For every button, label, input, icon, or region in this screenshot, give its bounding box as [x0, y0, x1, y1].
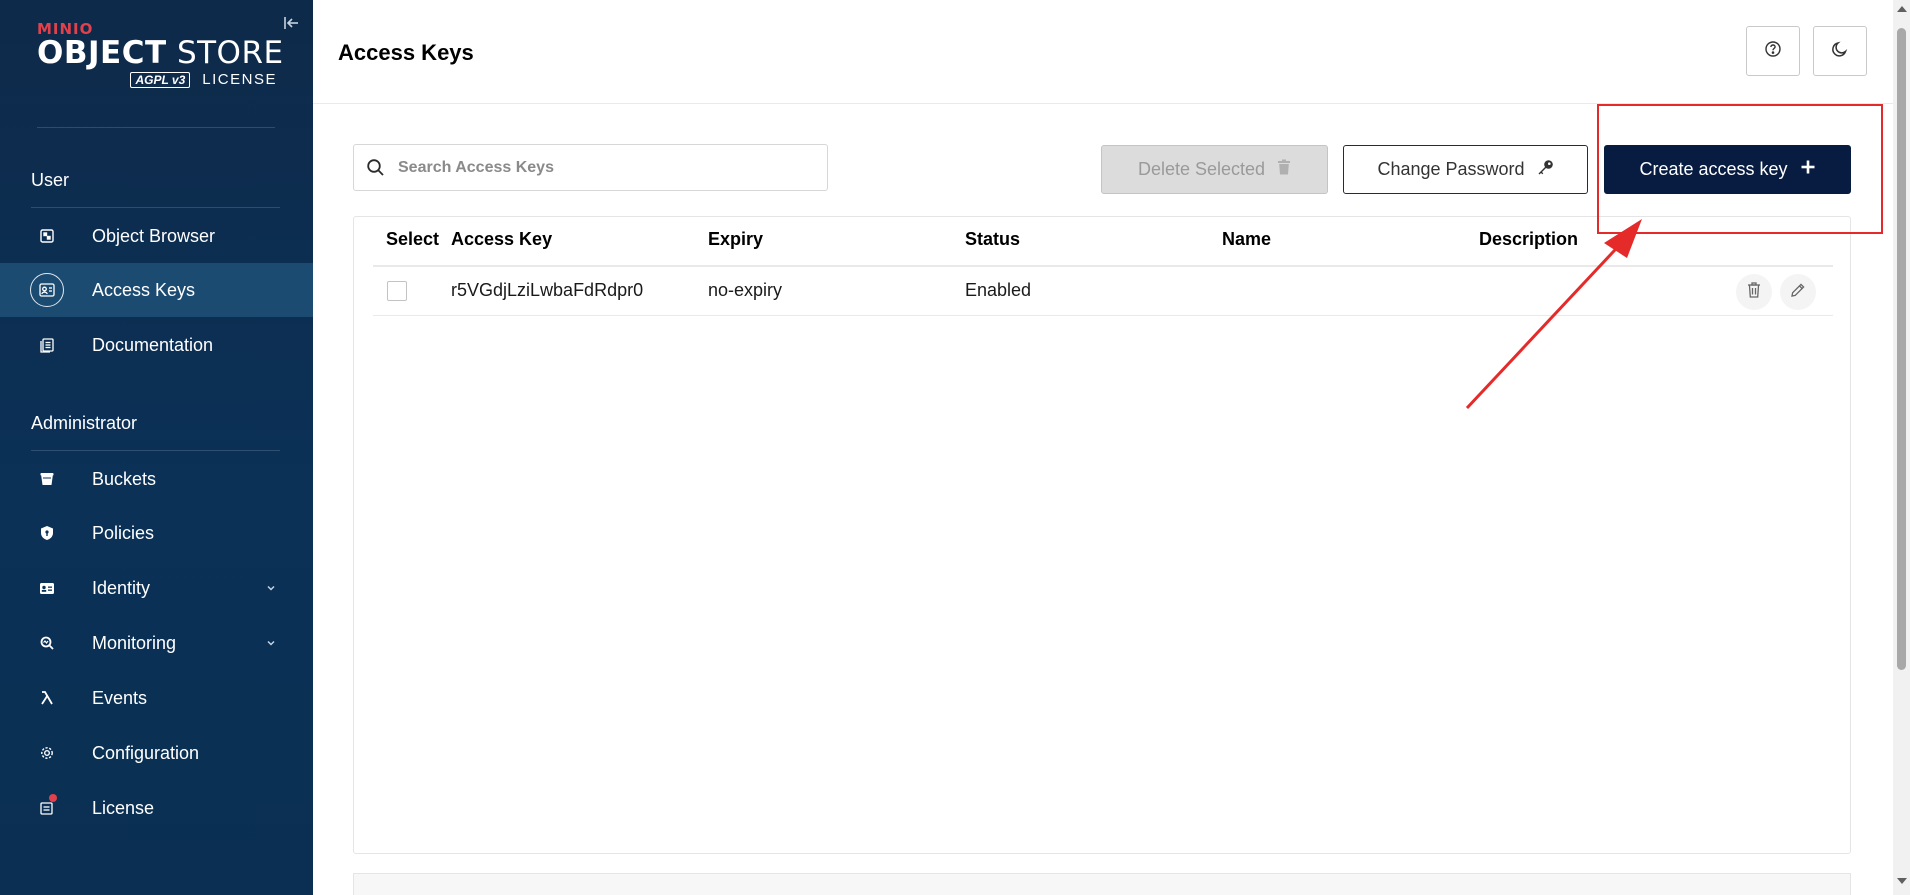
sidebar-item-label: Access Keys: [92, 279, 196, 300]
sidebar-item-label: Identity: [92, 577, 151, 598]
scroll-down-icon[interactable]: [1897, 878, 1907, 884]
sidebar-item-documentation[interactable]: Documentation: [0, 318, 313, 372]
cell-access-key: r5VGdjLziLwbaFdRdpr0: [451, 280, 644, 300]
sidebar-item-identity[interactable]: Identity: [0, 561, 313, 615]
row-select-checkbox[interactable]: [387, 281, 407, 301]
chevron-down-icon[interactable]: [264, 636, 278, 650]
access-keys-icon: [30, 273, 64, 307]
logo-license-row: AGPL v3 LICENSE: [37, 71, 277, 88]
sidebar-item-label: Object Browser: [92, 225, 216, 246]
search-input[interactable]: [398, 155, 818, 181]
cell-status: Enabled: [965, 280, 1032, 300]
sidebar-item-label: Buckets: [92, 468, 157, 489]
sidebar-item-access-keys[interactable]: Access Keys: [0, 263, 313, 317]
table-row-divider: [373, 315, 1833, 316]
minio-logo: MINIO OBJECT STORE AGPL v3 LICENSE: [37, 20, 287, 88]
sidebar: MINIO OBJECT STORE AGPL v3 LICENSE User …: [0, 0, 313, 895]
column-header-access-key[interactable]: Access Key: [451, 229, 552, 250]
section-divider: [31, 450, 280, 451]
table-header-divider: [373, 265, 1833, 267]
gear-icon: [36, 742, 58, 764]
sidebar-item-label: Events: [92, 687, 148, 708]
column-header-status[interactable]: Status: [965, 229, 1020, 250]
sidebar-item-object-browser[interactable]: Object Browser: [0, 209, 313, 263]
sidebar-item-policies[interactable]: Policies: [0, 506, 313, 560]
search-access-keys[interactable]: [353, 144, 828, 191]
help-button[interactable]: [1746, 26, 1800, 76]
object-browser-icon: [36, 225, 58, 247]
sidebar-item-license[interactable]: License: [0, 781, 313, 835]
sidebar-item-label: Monitoring: [92, 632, 177, 653]
page-scrollbar[interactable]: [1893, 0, 1910, 895]
sidebar-item-events[interactable]: Events: [0, 671, 313, 725]
scroll-thumb[interactable]: [1897, 28, 1906, 670]
page-header: Access Keys: [313, 0, 1893, 104]
column-header-expiry[interactable]: Expiry: [708, 229, 763, 250]
change-password-label: Change Password: [1377, 159, 1525, 179]
page-title: Access Keys: [338, 40, 474, 65]
lambda-icon: [36, 687, 58, 709]
monitoring-icon: [36, 632, 58, 654]
logo-license-text: LICENSE: [202, 71, 277, 88]
help-icon: [1764, 40, 1782, 63]
bucket-icon: [36, 468, 58, 490]
trash-icon: [1277, 159, 1291, 180]
sidebar-item-configuration[interactable]: Configuration: [0, 726, 313, 780]
access-keys-table: [353, 216, 1851, 854]
create-access-key-label: Create access key: [1639, 159, 1788, 179]
sidebar-item-label: Policies: [92, 522, 155, 543]
pencil-icon: [1790, 282, 1806, 303]
column-header-select: Select: [386, 229, 440, 249]
create-access-key-button[interactable]: Create access key: [1604, 145, 1851, 194]
logo-product: OBJECT STORE: [37, 35, 284, 71]
sidebar-item-monitoring[interactable]: Monitoring: [0, 616, 313, 670]
delete-selected-button[interactable]: Delete Selected: [1101, 145, 1328, 194]
row-delete-button[interactable]: [1736, 274, 1772, 310]
collapse-sidebar-icon[interactable]: [282, 14, 300, 32]
sidebar-item-label: Configuration: [92, 742, 200, 763]
row-edit-button[interactable]: [1780, 274, 1816, 310]
moon-icon: [1831, 40, 1849, 63]
sidebar-item-buckets[interactable]: Buckets: [0, 452, 313, 506]
column-header-description[interactable]: Description: [1479, 229, 1578, 250]
section-title-administrator: Administrator: [31, 413, 138, 433]
search-icon: [366, 158, 385, 182]
column-header-name[interactable]: Name: [1222, 229, 1271, 250]
cell-expiry: no-expiry: [708, 280, 783, 300]
section-title-user: User: [31, 170, 70, 190]
delete-selected-label: Delete Selected: [1137, 159, 1266, 179]
license-icon: [36, 794, 58, 819]
trash-icon: [1747, 281, 1761, 303]
identity-icon: [36, 577, 58, 599]
section-divider: [31, 207, 280, 208]
dark-mode-toggle[interactable]: [1813, 26, 1867, 76]
logo-divider: [37, 127, 275, 128]
sidebar-item-label: Documentation: [92, 334, 214, 355]
notification-dot: [49, 794, 57, 802]
agpl-badge: AGPL v3: [130, 71, 191, 88]
sidebar-item-label: License: [92, 797, 155, 818]
documentation-icon: [36, 334, 58, 356]
bottom-panel: [353, 873, 1851, 895]
policy-icon: [36, 522, 58, 544]
chevron-down-icon[interactable]: [264, 581, 278, 595]
change-password-button[interactable]: Change Password: [1343, 145, 1588, 194]
key-icon: [1537, 159, 1554, 181]
plus-icon: [1800, 159, 1816, 180]
scroll-up-icon[interactable]: [1897, 6, 1907, 12]
